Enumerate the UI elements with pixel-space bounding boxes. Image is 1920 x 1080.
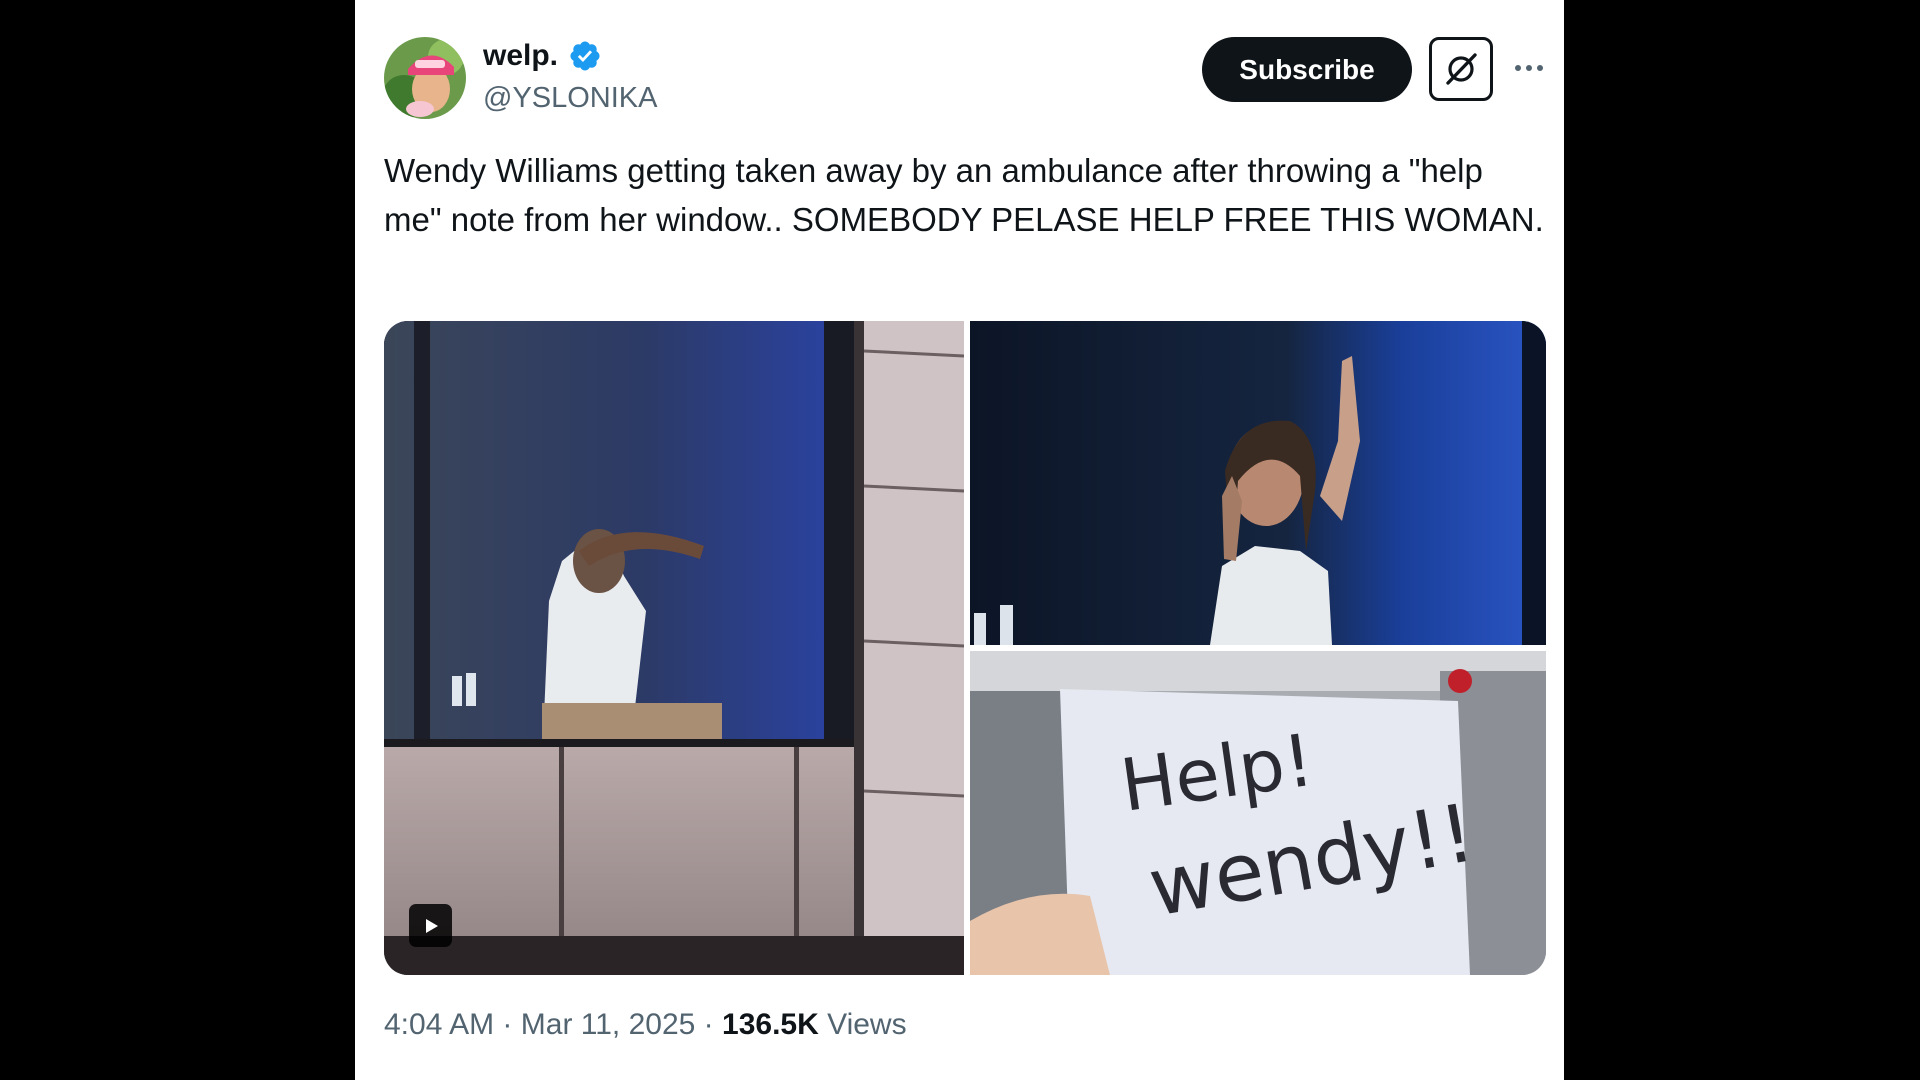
more-options-button[interactable]: [1507, 50, 1551, 86]
more-options-icon: [1515, 65, 1521, 71]
video-thumbnail-window[interactable]: [384, 321, 964, 975]
tweet-text: Wendy Williams getting taken away by an …: [384, 152, 1544, 238]
grok-icon: [1446, 53, 1477, 85]
photo-help-note[interactable]: Help! wendy!!: [970, 651, 1546, 975]
grok-button[interactable]: [1429, 37, 1493, 101]
tweet-date[interactable]: Mar 11, 2025: [521, 1008, 696, 1041]
author-handle[interactable]: @YSLONIKA: [483, 82, 658, 115]
tweet-meta: 4:04 AM · Mar 11, 2025 · 136.5K Views: [384, 1008, 907, 1042]
verified-badge-icon: [568, 39, 602, 73]
meta-separator: ·: [502, 1008, 513, 1041]
views-count: 136.5K: [722, 1008, 819, 1041]
media-grid[interactable]: Help! wendy!!: [384, 321, 1546, 975]
author-avatar[interactable]: [384, 37, 466, 119]
play-icon: [425, 918, 438, 933]
subscribe-button[interactable]: Subscribe: [1202, 37, 1412, 102]
author-display-name[interactable]: welp.: [483, 39, 558, 73]
tweet-card: welp. @YSLONIKA Subscribe Wendy Williams…: [355, 0, 1564, 1080]
play-button[interactable]: [409, 904, 452, 947]
tweet-time[interactable]: 4:04 AM: [384, 1008, 494, 1041]
photo-woman-at-window[interactable]: [970, 321, 1546, 645]
meta-separator: ·: [703, 1008, 714, 1041]
views-label: Views: [827, 1008, 907, 1041]
